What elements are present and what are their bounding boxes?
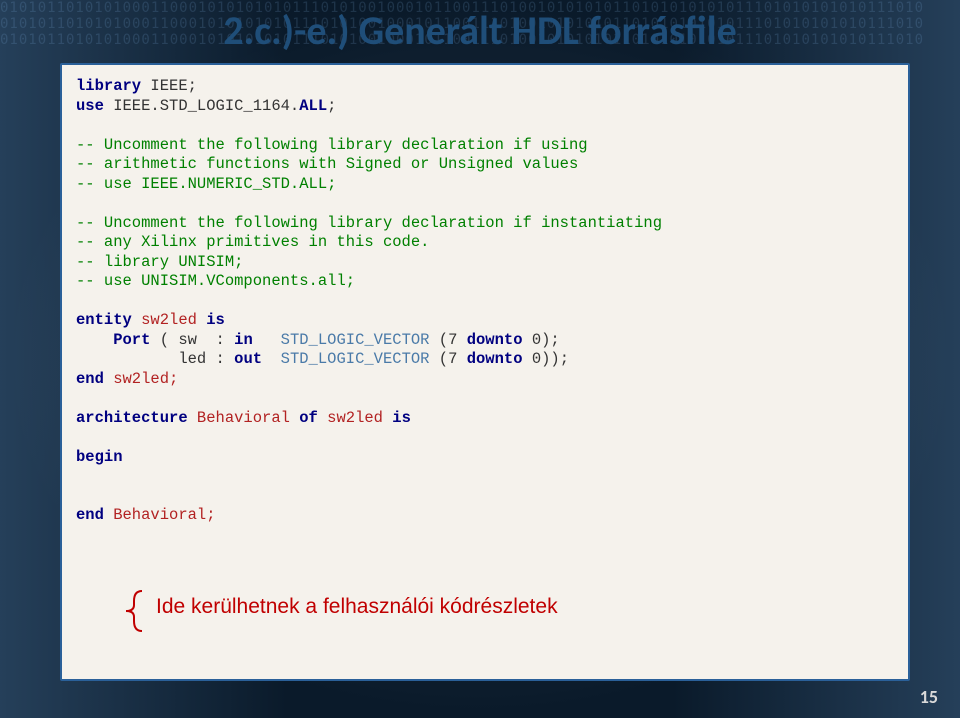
annotation-text: Ide kerülhetnek a felhasználói kódrészle…	[156, 595, 558, 619]
slide-title: 2.c.)-e.) Generált HDL forrásfile	[0, 6, 960, 55]
annotation: Ide kerülhetnek a felhasználói kódrészle…	[122, 589, 558, 633]
keyword-library: library	[76, 77, 141, 95]
comment-line: -- library UNISIM;	[76, 253, 243, 271]
vhdl-code: library IEEE; use IEEE.STD_LOGIC_1164.AL…	[76, 77, 894, 526]
brace-icon	[122, 589, 148, 633]
page-number: 15	[920, 686, 938, 708]
keyword-use: use	[76, 97, 104, 115]
keyword-port: Port	[76, 331, 150, 349]
comment-line: -- Uncomment the following library decla…	[76, 136, 588, 154]
comment-line: -- any Xilinx primitives in this code.	[76, 233, 429, 251]
keyword-end: end	[76, 370, 104, 388]
comment-line: -- use IEEE.NUMERIC_STD.ALL;	[76, 175, 336, 193]
keyword-entity: entity	[76, 311, 132, 329]
code-box: library IEEE; use IEEE.STD_LOGIC_1164.AL…	[60, 63, 910, 681]
comment-line: -- arithmetic functions with Signed or U…	[76, 155, 578, 173]
comment-line: -- Uncomment the following library decla…	[76, 214, 662, 232]
keyword-begin: begin	[76, 448, 123, 466]
keyword-architecture: architecture	[76, 409, 188, 427]
slide: 2.c.)-e.) Generált HDL forrásfile librar…	[0, 0, 960, 718]
keyword-end: end	[76, 506, 104, 524]
comment-line: -- use UNISIM.VComponents.all;	[76, 272, 355, 290]
